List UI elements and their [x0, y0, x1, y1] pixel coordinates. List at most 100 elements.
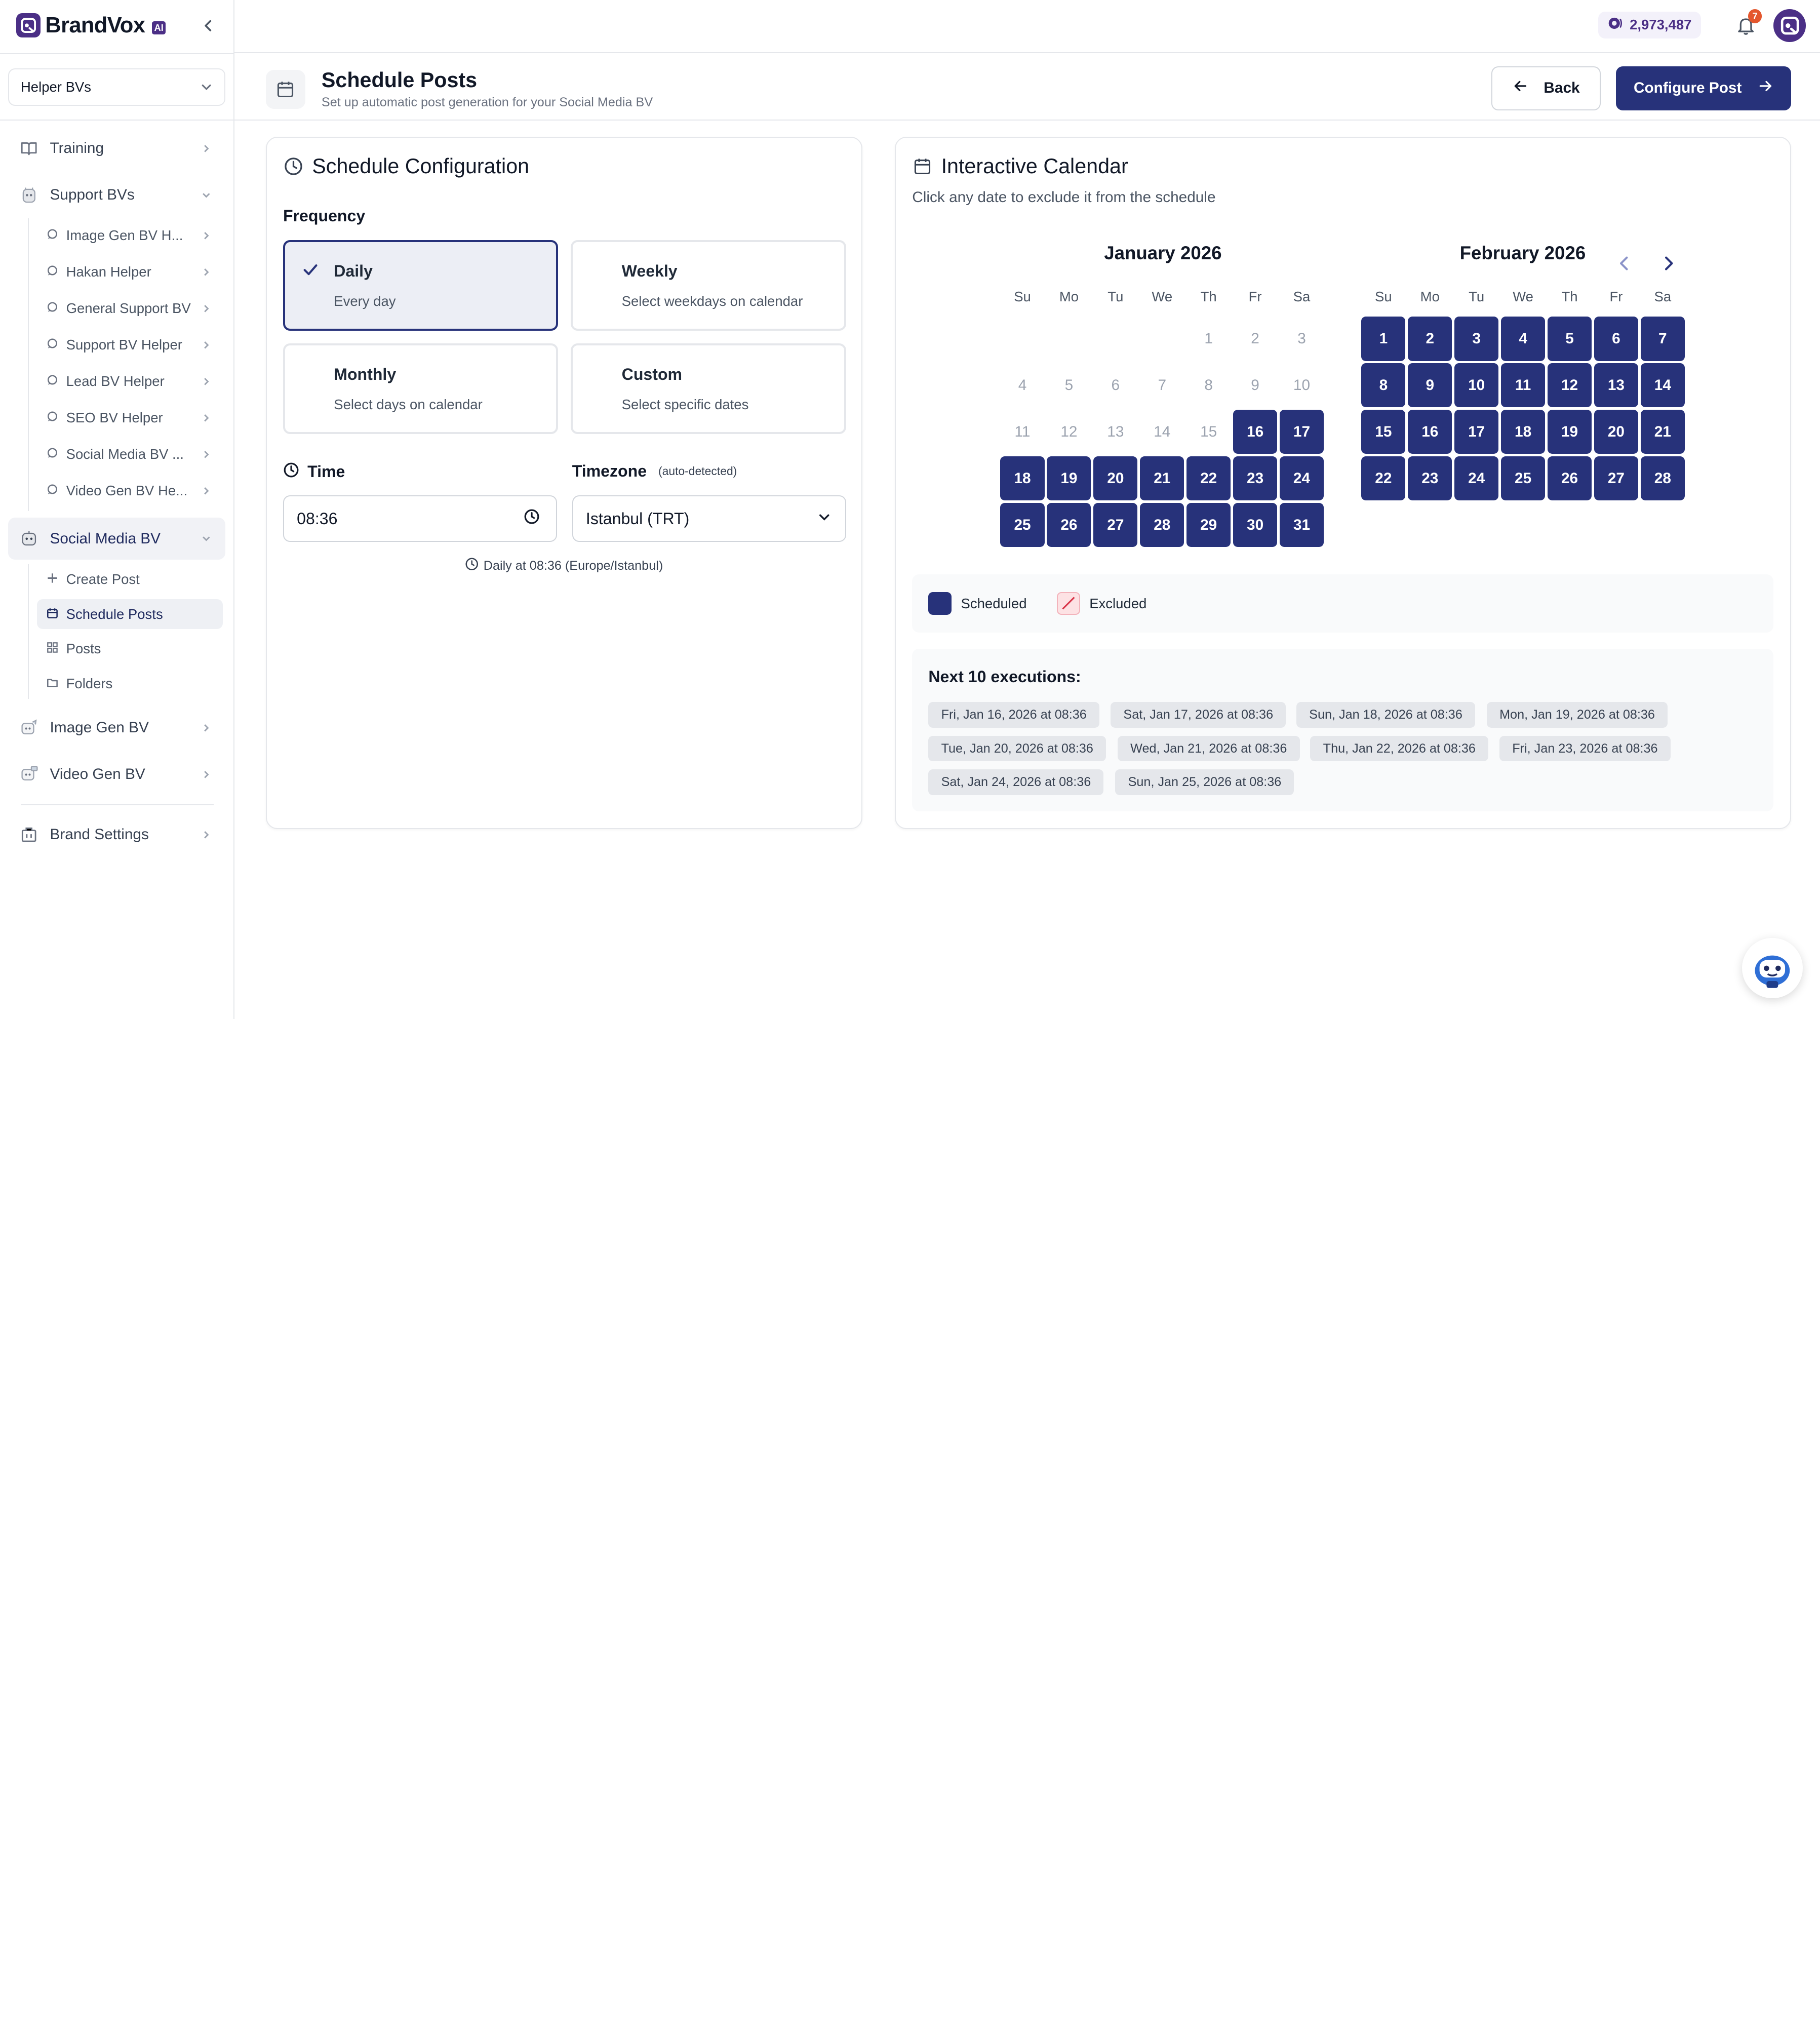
collapse-sidebar-button[interactable]: [197, 15, 218, 36]
frequency-option-custom[interactable]: Custom Select specific dates: [571, 343, 846, 434]
sidebar-subitem-support-bv[interactable]: General Support BV: [37, 293, 223, 324]
calendar-day[interactable]: 14: [1140, 410, 1184, 454]
calendar-day[interactable]: 5: [1047, 363, 1091, 407]
sidebar-item-support-bvs[interactable]: Support BVs: [8, 174, 225, 216]
calendar-day-scheduled[interactable]: 24: [1454, 456, 1499, 501]
back-button[interactable]: Back: [1491, 66, 1601, 110]
calendar-day-scheduled[interactable]: 2: [1408, 317, 1452, 361]
calendar-day-scheduled[interactable]: 31: [1279, 503, 1324, 547]
sidebar-subitem-support-bv[interactable]: Video Gen BV He...: [37, 476, 223, 506]
scheduled-swatch: [928, 592, 952, 615]
calendar-day[interactable]: 6: [1093, 363, 1137, 407]
calendar-day[interactable]: 15: [1186, 410, 1231, 454]
calendar-day-scheduled[interactable]: 21: [1640, 410, 1685, 454]
calendar-day-scheduled[interactable]: 22: [1186, 456, 1231, 501]
calendar-day[interactable]: 12: [1047, 410, 1091, 454]
calendar-day-scheduled[interactable]: 1: [1361, 317, 1406, 361]
calendar-day-scheduled[interactable]: 28: [1140, 503, 1184, 547]
back-button-label: Back: [1544, 80, 1580, 97]
calendar-day[interactable]: 7: [1140, 363, 1184, 407]
sidebar-item-image-gen-bv[interactable]: Image Gen BV: [8, 707, 225, 749]
user-avatar[interactable]: [1773, 9, 1806, 42]
calendar-day[interactable]: 2: [1233, 317, 1277, 361]
calendar-day-scheduled[interactable]: 27: [1594, 456, 1638, 501]
configure-post-button[interactable]: Configure Post: [1615, 66, 1791, 110]
calendar-day-scheduled[interactable]: 11: [1501, 363, 1546, 408]
calendar-day-scheduled[interactable]: 6: [1594, 317, 1638, 361]
assistant-chat-button[interactable]: [1742, 938, 1803, 999]
legend-excluded-label: Excluded: [1089, 595, 1147, 611]
sidebar-item-training[interactable]: Training: [8, 128, 225, 170]
calendar-day-scheduled[interactable]: 16: [1408, 410, 1452, 454]
calendar-day-scheduled[interactable]: 27: [1093, 503, 1138, 547]
calendar-day-scheduled[interactable]: 19: [1047, 456, 1091, 501]
calendar-day-scheduled[interactable]: 20: [1093, 456, 1138, 501]
calendar-day-scheduled[interactable]: 14: [1640, 363, 1685, 408]
calendar-day-scheduled[interactable]: 10: [1454, 363, 1499, 408]
calendar-day-scheduled[interactable]: 29: [1186, 503, 1231, 547]
frequency-option-monthly[interactable]: Monthly Select days on calendar: [283, 343, 559, 434]
calendar-day[interactable]: 13: [1093, 410, 1137, 454]
calendar-day-scheduled[interactable]: 18: [1000, 456, 1045, 501]
calendar-day-scheduled[interactable]: 30: [1233, 503, 1278, 547]
calendar-day[interactable]: 9: [1233, 363, 1277, 407]
calendar-day-scheduled[interactable]: 7: [1640, 317, 1685, 361]
calendar-day-scheduled[interactable]: 17: [1454, 410, 1499, 454]
previous-month-button[interactable]: [1612, 252, 1635, 275]
calendar-day[interactable]: 4: [1000, 363, 1044, 407]
calendar-day-scheduled[interactable]: 13: [1594, 363, 1638, 408]
calendar-day-scheduled[interactable]: 23: [1233, 456, 1278, 501]
sidebar-subitem-support-bv[interactable]: Support BV Helper: [37, 330, 223, 360]
calendar-day-scheduled[interactable]: 16: [1233, 410, 1278, 454]
sidebar-subitem-support-bv[interactable]: SEO BV Helper: [37, 403, 223, 433]
brand-logo[interactable]: BrandVox AI: [16, 13, 166, 38]
calendar-day[interactable]: 1: [1186, 317, 1231, 361]
calendar-day-scheduled[interactable]: 20: [1594, 410, 1638, 454]
frequency-option-weekly[interactable]: Weekly Select weekdays on calendar: [571, 240, 846, 331]
sidebar-subitem-support-bv[interactable]: Lead BV Helper: [37, 366, 223, 397]
calendar-day-scheduled[interactable]: 5: [1547, 317, 1592, 361]
clock-icon[interactable]: [524, 508, 540, 529]
time-input[interactable]: 08:36: [283, 495, 557, 542]
next-month-button[interactable]: [1657, 252, 1681, 275]
sidebar-subitem-create-post[interactable]: Create Post: [37, 564, 223, 595]
calendar-day-scheduled[interactable]: 12: [1547, 363, 1592, 408]
sidebar-subitem-posts[interactable]: Posts: [37, 634, 223, 664]
calendar-day-scheduled[interactable]: 18: [1501, 410, 1546, 454]
calendar-day-scheduled[interactable]: 26: [1547, 456, 1592, 501]
calendar-day-scheduled[interactable]: 24: [1279, 456, 1324, 501]
calendar-day[interactable]: 11: [1000, 410, 1044, 454]
sidebar-item-social-media-bv[interactable]: Social Media BV: [8, 518, 225, 560]
calendar-day-scheduled[interactable]: 17: [1279, 410, 1324, 454]
calendar-day[interactable]: 10: [1280, 363, 1324, 407]
calendar-day-scheduled[interactable]: 15: [1361, 410, 1406, 454]
calendar-day-scheduled[interactable]: 19: [1547, 410, 1592, 454]
sidebar-item-video-gen-bv[interactable]: Video Gen BV: [8, 754, 225, 796]
calendar-day-scheduled[interactable]: 8: [1361, 363, 1406, 408]
sidebar-subitem-support-bv[interactable]: Image Gen BV H...: [37, 220, 223, 251]
calendar-day-scheduled[interactable]: 3: [1454, 317, 1499, 361]
sidebar-subitem-support-bv[interactable]: Social Media BV ...: [37, 439, 223, 469]
calendar-day-scheduled[interactable]: 4: [1501, 317, 1546, 361]
calendar-day[interactable]: 8: [1186, 363, 1231, 407]
timezone-select[interactable]: Istanbul (TRT): [572, 495, 846, 542]
sidebar-subitem-folders[interactable]: Folders: [37, 669, 223, 699]
chevron-right-icon: [201, 449, 212, 460]
frequency-option-daily[interactable]: Daily Every day: [283, 240, 559, 331]
calendar-day-scheduled[interactable]: 25: [1501, 456, 1546, 501]
calendar-day-scheduled[interactable]: 26: [1047, 503, 1091, 547]
calendar-day-scheduled[interactable]: 28: [1640, 456, 1685, 501]
calendar-day-scheduled[interactable]: 22: [1361, 456, 1406, 501]
sidebar-item-brand-settings[interactable]: Brand Settings: [8, 814, 225, 856]
calendar-day[interactable]: 3: [1280, 317, 1324, 361]
arrow-right-icon: [1758, 79, 1773, 98]
calendar-day-scheduled[interactable]: 23: [1408, 456, 1452, 501]
sidebar-subitem-label: Schedule Posts: [66, 606, 163, 622]
calendar-day-scheduled[interactable]: 9: [1408, 363, 1452, 408]
calendar-day-scheduled[interactable]: 21: [1140, 456, 1184, 501]
credits-badge[interactable]: 2,973,487: [1598, 11, 1701, 38]
calendar-day-scheduled[interactable]: 25: [1000, 503, 1045, 547]
helper-bv-select[interactable]: Helper BVs: [8, 68, 225, 106]
sidebar-subitem-schedule-posts[interactable]: Schedule Posts: [37, 599, 223, 630]
sidebar-subitem-support-bv[interactable]: Hakan Helper: [37, 257, 223, 287]
